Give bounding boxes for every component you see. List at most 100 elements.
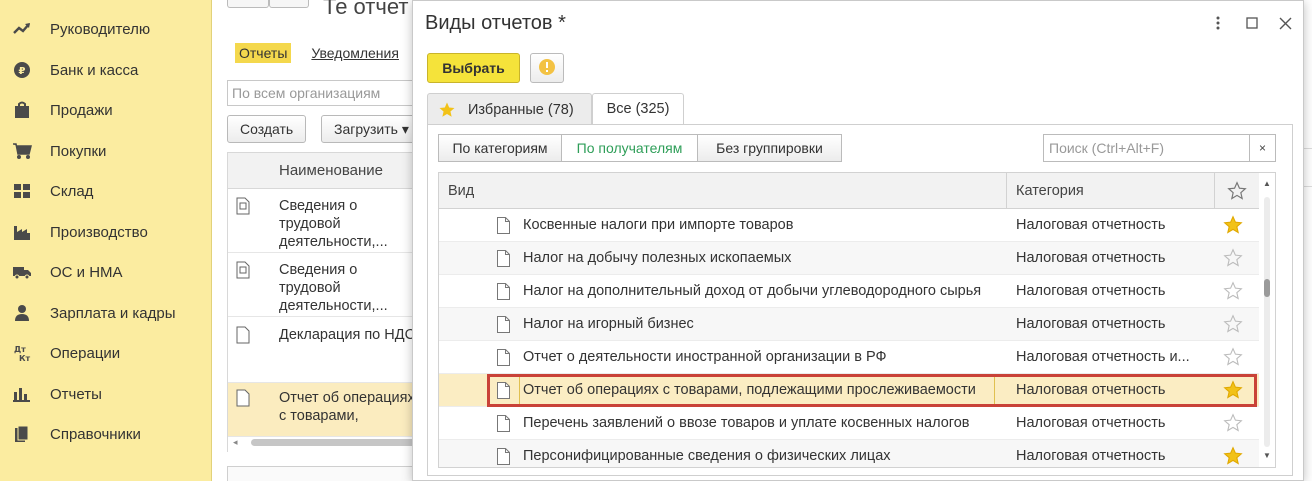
sidebar-item-label: Склад bbox=[50, 182, 94, 200]
sidebar-item-manager[interactable]: Руководителю bbox=[0, 9, 212, 49]
sidebar-item-label: Производство bbox=[50, 223, 148, 241]
sidebar-item-production[interactable]: Производство bbox=[0, 212, 212, 252]
scrollbar-track[interactable] bbox=[1264, 197, 1270, 447]
search-clear-button[interactable]: × bbox=[1249, 134, 1276, 162]
tab-favorites[interactable]: Избранные (78) bbox=[427, 93, 592, 125]
report-category: Налоговая отчетность bbox=[1016, 382, 1166, 398]
cart-icon bbox=[12, 141, 32, 161]
column-category-header[interactable]: Категория bbox=[1007, 173, 1215, 209]
report-category: Налоговая отчетность bbox=[1016, 217, 1166, 233]
sidebar-item-bank[interactable]: ₽ Банк и касса bbox=[0, 50, 212, 90]
document-icon bbox=[497, 415, 510, 432]
form-tabs: Отчеты Уведомления bbox=[235, 43, 399, 63]
report-category: Налоговая отчетность и... bbox=[1016, 349, 1190, 365]
document-icon bbox=[497, 250, 510, 267]
truck-icon bbox=[12, 262, 32, 282]
group-by-category-button[interactable]: По категориям bbox=[438, 134, 562, 162]
sidebar-item-reports[interactable]: Отчеты bbox=[0, 374, 212, 414]
tab-all[interactable]: Все (325) bbox=[592, 93, 684, 125]
search-input[interactable] bbox=[1043, 134, 1249, 162]
list-item[interactable]: Декларация по НДС bbox=[228, 317, 413, 383]
warehouse-icon bbox=[12, 181, 32, 201]
close-icon[interactable] bbox=[1276, 13, 1294, 33]
column-kind-header[interactable]: Вид bbox=[439, 173, 1007, 209]
tab-notifications[interactable]: Уведомления bbox=[311, 45, 399, 61]
star-outline-icon bbox=[1227, 181, 1247, 201]
star-icon[interactable] bbox=[1223, 215, 1243, 235]
table-row[interactable]: Персонифицированные сведения о физически… bbox=[439, 440, 1259, 467]
info-button[interactable] bbox=[530, 53, 564, 83]
sidebar: Руководителю ₽ Банк и касса Продажи Поку… bbox=[0, 0, 212, 481]
document-stamp-icon bbox=[236, 197, 250, 215]
list-item[interactable]: Сведения о трудовой деятельности,... bbox=[228, 189, 413, 253]
star-outline-icon[interactable] bbox=[1223, 248, 1243, 268]
table-row[interactable]: Косвенные налоги при импорте товаров Нало… bbox=[439, 209, 1259, 242]
nav-forward-button[interactable] bbox=[269, 0, 309, 8]
sidebar-item-sales[interactable]: Продажи bbox=[0, 90, 212, 130]
table-row[interactable]: Отчет о деятельности иностранной организ… bbox=[439, 341, 1259, 374]
dialog-title: Виды отчетов * bbox=[425, 12, 566, 34]
list-item-line: Декларация по НДС bbox=[279, 327, 413, 343]
document-icon bbox=[236, 389, 250, 407]
table-row[interactable]: Перечень заявлений о ввозе товаров и упл… bbox=[439, 407, 1259, 440]
document-icon bbox=[497, 217, 510, 234]
sidebar-item-purchases[interactable]: Покупки bbox=[0, 131, 212, 171]
tab-all-label: Все (325) bbox=[606, 101, 670, 117]
column-category-label: Категория bbox=[1016, 183, 1084, 199]
star-outline-icon[interactable] bbox=[1223, 413, 1243, 433]
no-grouping-button[interactable]: Без группировки bbox=[697, 134, 842, 162]
scroll-up-icon[interactable]: ▲ bbox=[1263, 179, 1271, 188]
sidebar-item-operations[interactable]: Дт Кт Операции bbox=[0, 333, 212, 373]
reports-list: Наименование Сведения о трудовой деятель… bbox=[227, 152, 413, 452]
table-row-selected[interactable]: Отчет об операциях с товарами, подлежащи… bbox=[439, 374, 1259, 407]
table-row[interactable]: Налог на добычу полезных ископаемых Налог… bbox=[439, 242, 1259, 275]
more-actions-icon[interactable] bbox=[1209, 13, 1227, 33]
star-icon[interactable] bbox=[1223, 380, 1243, 400]
report-category: Налоговая отчетность bbox=[1016, 250, 1166, 266]
nav-back-button[interactable] bbox=[227, 0, 269, 8]
report-type-name: Отчет об операциях с товарами, подлежащи… bbox=[519, 375, 995, 406]
load-button-label: Загрузить bbox=[334, 121, 398, 137]
chevron-down-icon[interactable] bbox=[96, 475, 108, 481]
sidebar-item-label: Руководителю bbox=[50, 20, 151, 38]
maximize-icon[interactable] bbox=[1243, 13, 1261, 33]
star-icon[interactable] bbox=[1223, 446, 1243, 466]
report-category: Налоговая отчетность bbox=[1016, 448, 1166, 464]
scrollbar-thumb[interactable] bbox=[251, 439, 413, 446]
table-row[interactable]: Налог на игорный бизнес Налоговая отчетно… bbox=[439, 308, 1259, 341]
column-name-header: Наименование bbox=[279, 162, 383, 179]
report-type-name: Косвенные налоги при импорте товаров bbox=[523, 217, 794, 233]
organization-filter[interactable]: По всем организациям bbox=[227, 80, 413, 106]
report-type-name: Налог на игорный бизнес bbox=[523, 316, 694, 332]
report-category: Налоговая отчетность bbox=[1016, 283, 1166, 299]
star-outline-icon[interactable] bbox=[1223, 347, 1243, 367]
dt-kt-icon: Дт Кт bbox=[12, 343, 32, 363]
group-by-recipient-button[interactable]: По получателям bbox=[561, 134, 698, 162]
scroll-left-icon[interactable]: ◂ bbox=[233, 437, 238, 448]
create-button[interactable]: Создать bbox=[227, 115, 307, 143]
select-button[interactable]: Выбрать bbox=[427, 53, 520, 83]
list-item-selected[interactable]: Отчет об операциях с товарами, bbox=[228, 383, 413, 437]
table-row[interactable]: Налог на дополнительный доход от добычи … bbox=[439, 275, 1259, 308]
sidebar-item-fixed-assets[interactable]: ОС и НМА bbox=[0, 252, 212, 292]
horizontal-scrollbar[interactable]: ◂ bbox=[227, 435, 413, 449]
scroll-down-icon[interactable]: ▼ bbox=[1263, 451, 1271, 460]
scrollbar-thumb[interactable] bbox=[1264, 279, 1270, 297]
load-button[interactable]: Загрузить ▾ bbox=[321, 115, 413, 143]
list-item-line: Сведения о bbox=[279, 262, 358, 278]
sidebar-item-catalogs[interactable]: Справочники bbox=[0, 414, 212, 454]
sidebar-item-label: Покупки bbox=[50, 142, 107, 160]
list-item[interactable]: Сведения о трудовой деятельности,... bbox=[228, 253, 413, 317]
star-outline-icon[interactable] bbox=[1223, 281, 1243, 301]
report-type-name: Персонифицированные сведения о физически… bbox=[523, 448, 891, 464]
column-favorite-header[interactable] bbox=[1215, 173, 1259, 209]
star-outline-icon[interactable] bbox=[1223, 314, 1243, 334]
tab-reports[interactable]: Отчеты bbox=[235, 43, 292, 63]
info-icon bbox=[538, 58, 556, 79]
sidebar-item-salary[interactable]: Зарплата и кадры bbox=[0, 293, 212, 333]
document-icon bbox=[236, 326, 250, 344]
sidebar-item-warehouse[interactable]: Склад bbox=[0, 171, 212, 211]
report-type-name: Налог на дополнительный доход от добычи … bbox=[523, 283, 982, 299]
background-form: Те отчет Отчеты Уведомления По всем орга… bbox=[213, 0, 413, 481]
report-category: Налоговая отчетность bbox=[1016, 316, 1166, 332]
